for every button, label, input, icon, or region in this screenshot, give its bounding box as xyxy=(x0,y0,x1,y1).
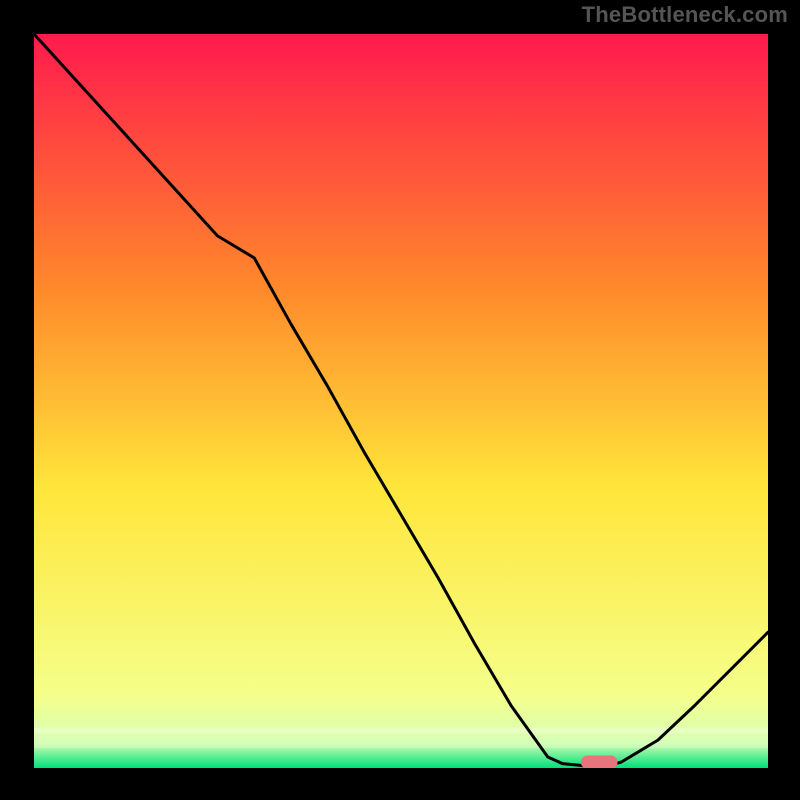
chart-svg xyxy=(34,34,768,768)
gradient-band xyxy=(34,742,768,748)
chart-frame: TheBottleneck.com xyxy=(0,0,800,800)
source-label: TheBottleneck.com xyxy=(582,2,788,28)
bottleneck-chart xyxy=(33,33,769,769)
optimal-range-marker xyxy=(581,756,618,768)
gradient-band xyxy=(34,728,768,734)
gradient-background xyxy=(34,34,768,768)
